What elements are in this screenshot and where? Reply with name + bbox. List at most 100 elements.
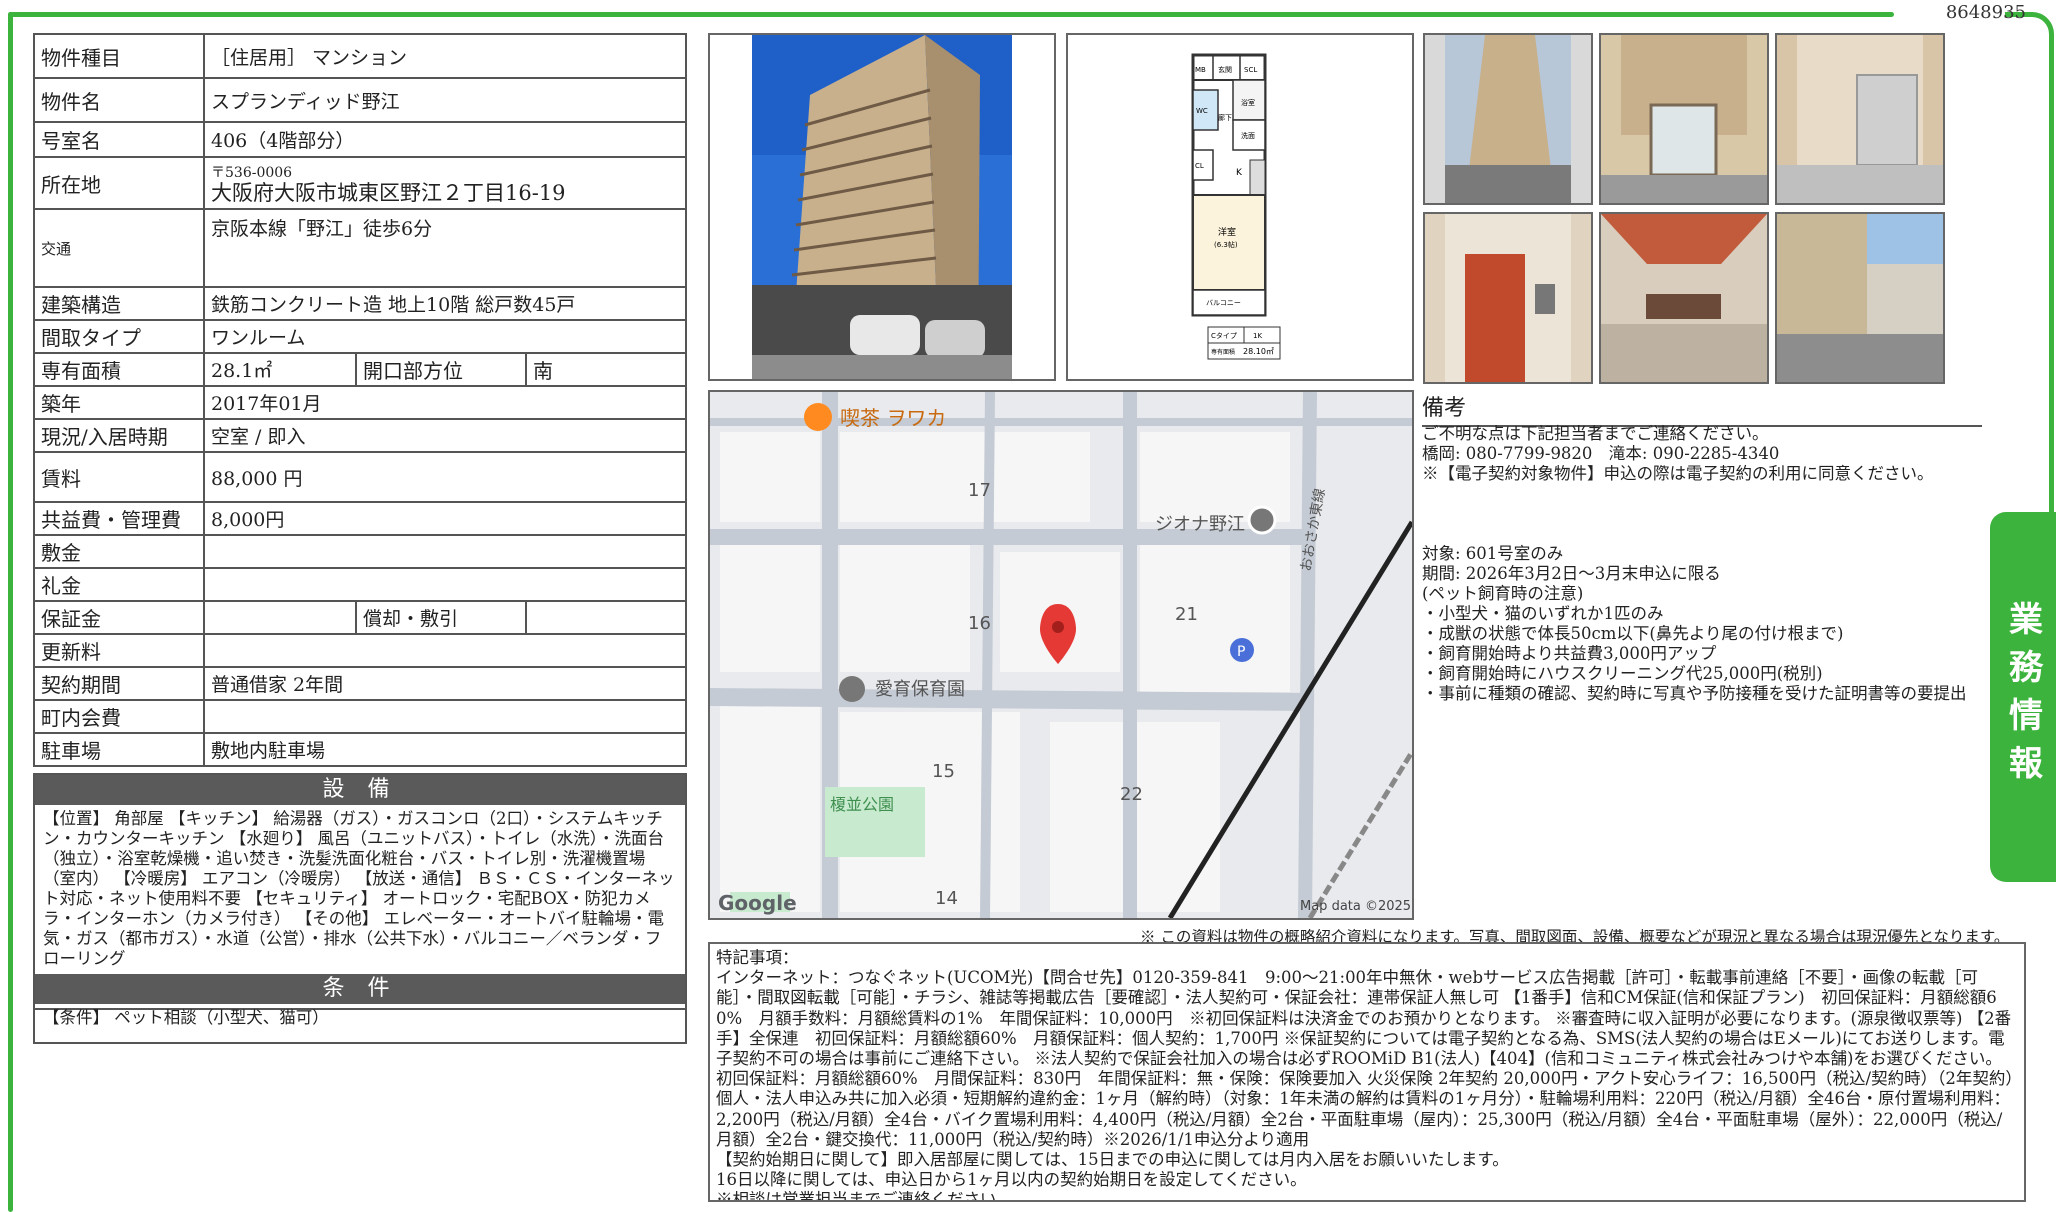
postal-code: 〒536-0006 (211, 165, 293, 181)
parking-label: 駐車場 (33, 732, 205, 767)
remarks-line: 16日以降に関しては、申込日から1ヶ月以内の契約始期日を設定してください。 (716, 1170, 1307, 1190)
notes-line: 対象: 601号室のみ (1422, 544, 1564, 563)
notes-line: ・事前に種類の確認、契約時に写真や予防接種を受けた証明書等の要提出 (1422, 684, 1967, 703)
fee-label: 共益費・管理費 (33, 501, 205, 536)
equipment-heading: 設 備 (35, 775, 685, 805)
address-value: 大阪府大阪市城東区野江２丁目16-19 (211, 181, 566, 205)
notes-line: ※【電子契約対象物件】申込の際は電子契約の利用に同意ください。 (1422, 464, 1934, 483)
amort-label: 償却・敷引 (355, 600, 527, 635)
deposit-label: 保証金 (33, 600, 205, 635)
address-label: 所在地 (33, 156, 205, 210)
reikin-value (203, 567, 687, 602)
area-label: 専有面積 (33, 352, 205, 387)
entrance-tower-photo (1423, 33, 1593, 205)
conditions-text: 【条件】 ペット相談（小型犬、猫可） (43, 1008, 329, 1027)
google-logo: Google (718, 891, 797, 915)
notes-line: 橋岡: 080-7799-9820 滝本: 090-2285-4340 (1422, 444, 1780, 463)
name-label: 物件名 (33, 77, 205, 123)
floorplan-area-label: 専有面積 (1211, 348, 1235, 356)
remarks-line: ※相談は営業担当までご連絡ください。 (716, 1190, 1013, 1202)
floorplan-label-genkan: 玄関 (1218, 65, 1232, 74)
notes-line: (ペット飼育時の注意) (1422, 584, 1584, 603)
layout-value: ワンルーム (203, 319, 687, 354)
name-value: スプランディッド野江 (203, 77, 687, 123)
parking-photo (1775, 212, 1945, 384)
status-value: 空室 / 即入 (203, 418, 687, 453)
renewal-label: 更新料 (33, 633, 205, 668)
map-block-17: 17 (968, 480, 991, 501)
lounge-photo (1599, 212, 1769, 384)
map-label-park[interactable]: 榎並公園 (830, 795, 894, 814)
notes-line: ・小型犬・猫のいずれか1匹のみ (1422, 604, 1664, 623)
map-block-22: 22 (1120, 784, 1143, 805)
fee-value: 8,000円 (203, 501, 687, 536)
map-block-14: 14 (935, 888, 958, 909)
deposit-value (203, 600, 357, 635)
floorplan-label-size: (6.3帖) (1214, 240, 1238, 249)
notes-line: ・飼育開始時にハウスクリーニング代25,000円(税別) (1422, 664, 1823, 683)
floorplan-label-wc: WC (1196, 107, 1208, 115)
structure-value: 鉄筋コンクリート造 地上10階 総戸数45戸 (203, 286, 687, 321)
town-fee-value (203, 699, 687, 734)
floorplan-label-hall: 廊下 (1218, 113, 1232, 122)
notes-line: ・飼育開始時より共益費3,000円アップ (1422, 644, 1717, 663)
floor-plan: MB 玄関 SCL 浴室 WC 廊下 洗面 CL K 洋室 (6.3帖) バルコ… (1066, 33, 1414, 381)
town-fee-label: 町内会費 (33, 699, 205, 734)
map-block-16: 16 (968, 613, 991, 634)
map-label-station[interactable]: ジオナ野江 (1155, 514, 1245, 535)
floorplan-type-value: 1K (1253, 332, 1262, 340)
shikikin-value (203, 534, 687, 569)
area-value: 28.1㎡ (203, 352, 357, 387)
floorplan-label-washroom: 洗面 (1241, 131, 1255, 140)
notes-title: 備考 (1422, 390, 1982, 427)
structure-label: 建築構造 (33, 286, 205, 321)
notes-line: 期間: 2026年3月2日～3月末申込に限る (1422, 564, 1721, 583)
equipment-text: 【位置】 角部屋 【キッチン】 給湯器（ガス）・ガスコンロ（2口）・システムキッ… (43, 809, 675, 968)
map-block-15: 15 (932, 761, 955, 782)
special-remarks: 特記事項： インターネット：つなぐネット(UCOM光)【問合せ先】0120-35… (708, 942, 2026, 1202)
status-label: 現況/入居時期 (33, 418, 205, 453)
transport-value: 京阪本線「野江」徒歩6分 (203, 208, 687, 288)
type-value: ［住居用］ マンション (203, 33, 687, 79)
floorplan-label-scl: SCL (1244, 66, 1257, 74)
floorplan-type: Cタイプ (1211, 331, 1237, 340)
room-value: 406（4階部分） (203, 121, 687, 158)
lobby-mailbox-photo (1775, 33, 1945, 205)
entrance-door-photo (1599, 33, 1769, 205)
map-label-cafe[interactable]: 喫茶 ヲワカ (840, 406, 946, 430)
svg-text:P: P (1237, 644, 1245, 660)
remarks-body: インターネット：つなぐネット(UCOM光)【問合せ先】0120-359-841 … (716, 968, 2014, 1149)
location-map[interactable]: 喫茶 ヲワカ ジオナ野江 愛育保育園 榎並公園 P 17 16 21 15 22… (708, 390, 1414, 920)
map-label-nursery[interactable]: 愛育保育園 (875, 679, 965, 700)
elevator-photo (1423, 212, 1593, 384)
direction-label: 開口部方位 (355, 352, 527, 387)
map-credit: Map data ©2025 (1300, 899, 1411, 914)
remarks-line: 【契約始期日に関して】即入居部屋に関しては、15日までの申込に関しては月内入居を… (716, 1150, 1509, 1170)
room-label: 号室名 (33, 121, 205, 158)
built-value: 2017年01月 (203, 385, 687, 420)
document-id: 8648935 (1945, 2, 2026, 23)
property-info-table: 物件種目 ［住居用］ マンション 物件名 スプランディッド野江 号室名 406（… (33, 33, 687, 767)
map-block-21: 21 (1175, 604, 1198, 625)
rent-label: 賃料 (33, 451, 205, 503)
notes-line: ・成獣の状態で体長50cm以下(鼻先より尾の付け根まで) (1422, 624, 1844, 643)
reikin-label: 礼金 (33, 567, 205, 602)
frame-left-border (8, 12, 13, 1212)
transport-label: 交通 (33, 208, 205, 288)
floorplan-label-room: 洋室 (1218, 226, 1236, 238)
type-label: 物件種目 (33, 33, 205, 79)
notes-line: ご不明な点は下記担当者までご連絡ください。 (1422, 424, 1769, 443)
rent-value: 88,000 円 (203, 451, 687, 503)
shikikin-label: 敷金 (33, 534, 205, 569)
frame-top-border (8, 12, 1894, 17)
conditions-heading: 条 件 (35, 974, 685, 1004)
amort-value (525, 600, 687, 635)
built-label: 築年 (33, 385, 205, 420)
floorplan-label-cl: CL (1195, 162, 1204, 170)
remarks-heading: 特記事項： (716, 948, 799, 967)
renewal-value (203, 633, 687, 668)
contract-value: 普通借家 2年間 (203, 666, 687, 701)
floorplan-label-balcony: バルコニー (1206, 299, 1241, 307)
notes-body: ご不明な点は下記担当者までご連絡ください。 橋岡: 080-7799-9820 … (1422, 424, 2032, 704)
conditions-section: 条 件 【条件】 ペット相談（小型犬、猫可） (33, 974, 687, 1044)
